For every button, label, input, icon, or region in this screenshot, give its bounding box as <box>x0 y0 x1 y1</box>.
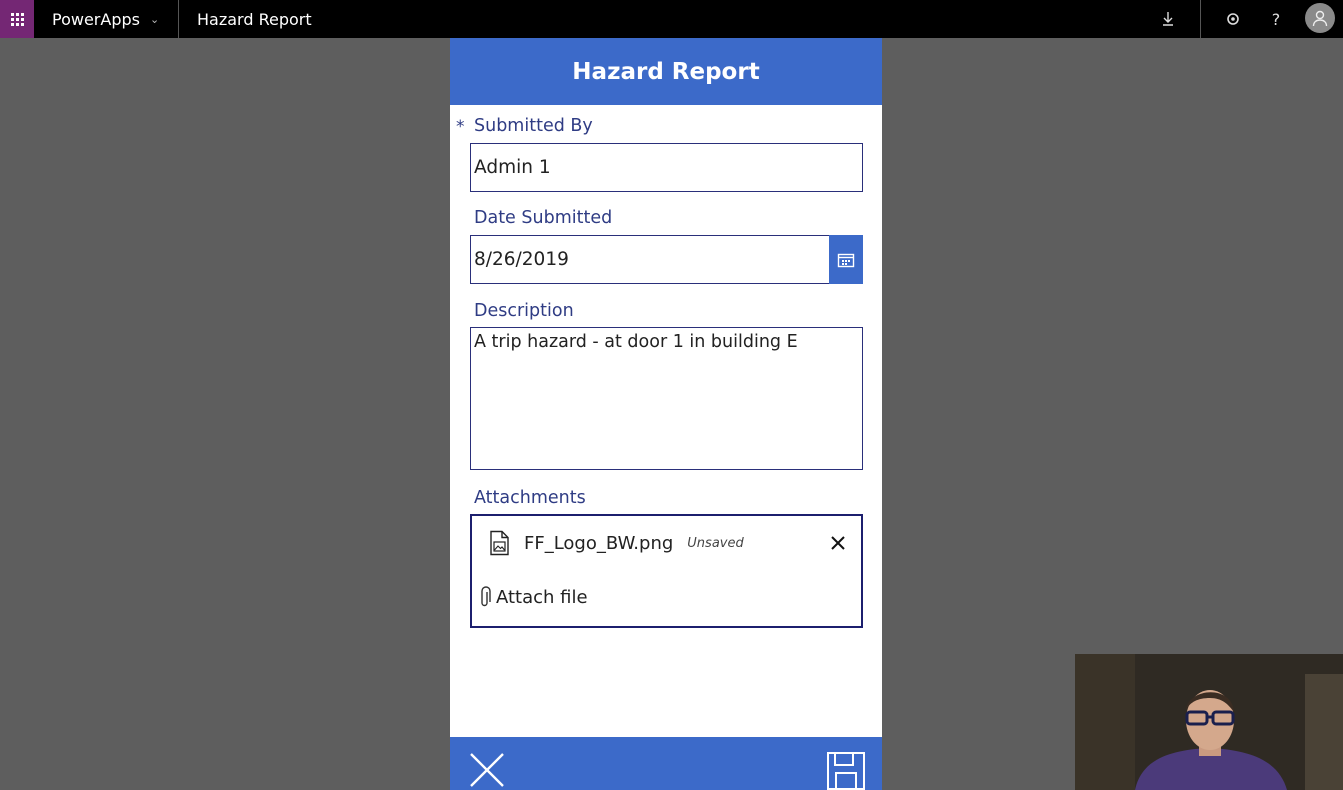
description-label: Description <box>474 301 574 321</box>
calendar-icon <box>837 253 855 267</box>
app-launcher-button[interactable] <box>0 0 34 38</box>
top-bar: PowerApps ⌄ Hazard Report ? <box>0 0 1343 38</box>
date-submitted-value: 8/26/2019 <box>474 249 569 270</box>
cancel-button[interactable] <box>468 751 508 790</box>
divider <box>1200 0 1201 38</box>
app-canvas: Hazard Report * Submitted By Admin 1 Dat… <box>450 38 882 790</box>
brand-menu[interactable]: PowerApps ⌄ <box>52 0 159 38</box>
app-title: Hazard Report <box>197 9 312 29</box>
paperclip-icon <box>481 586 491 607</box>
brand-label: PowerApps <box>52 9 140 29</box>
attachment-item[interactable]: FF_Logo_BW.png Unsaved <box>488 528 850 558</box>
webcam-video <box>1075 654 1343 790</box>
attachments-control: FF_Logo_BW.png Unsaved Attach file <box>470 514 863 628</box>
required-marker: * <box>456 117 465 137</box>
image-file-icon <box>490 530 509 556</box>
description-textarea[interactable]: A trip hazard - at door 1 in building E <box>470 327 863 470</box>
divider <box>178 0 179 38</box>
chevron-down-icon: ⌄ <box>149 12 160 26</box>
attach-file-button[interactable]: Attach file <box>480 582 588 612</box>
close-icon <box>831 536 845 550</box>
submitted-by-input[interactable]: Admin 1 <box>470 143 863 192</box>
description-value: A trip hazard - at door 1 in building E <box>474 332 798 352</box>
date-submitted-label: Date Submitted <box>474 208 613 228</box>
save-icon <box>827 752 865 790</box>
save-button[interactable] <box>826 751 866 790</box>
presenter-image <box>1075 654 1343 790</box>
attachment-filename: FF_Logo_BW.png <box>524 532 674 554</box>
settings-icon[interactable] <box>1222 0 1244 38</box>
user-avatar-icon[interactable] <box>1305 3 1335 33</box>
cancel-icon <box>470 753 504 787</box>
calendar-button[interactable] <box>829 235 863 284</box>
help-icon[interactable]: ? <box>1265 0 1287 38</box>
form-header: Hazard Report <box>450 38 882 105</box>
submitted-by-value: Admin 1 <box>474 157 551 178</box>
help-glyph: ? <box>1271 9 1281 29</box>
attachments-label: Attachments <box>474 488 586 508</box>
download-icon[interactable] <box>1158 0 1178 38</box>
form-footer <box>450 737 882 790</box>
submitted-by-label: Submitted By <box>474 116 593 136</box>
attach-file-label: Attach file <box>496 586 588 608</box>
attachment-status: Unsaved <box>687 535 744 551</box>
waffle-icon <box>10 12 24 26</box>
remove-attachment-button[interactable] <box>826 531 850 555</box>
date-submitted-input[interactable]: 8/26/2019 <box>470 235 863 284</box>
form-title: Hazard Report <box>572 58 760 85</box>
